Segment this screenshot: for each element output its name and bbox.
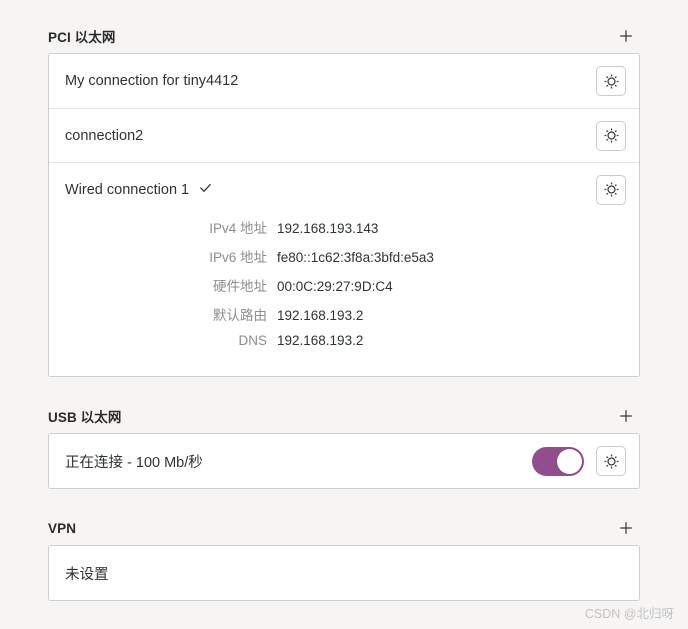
connection-name: Wired connection 1 (65, 180, 596, 200)
section-header-pci: PCI 以太网 (48, 19, 640, 53)
usb-connection-card: 正在连接 - 100 Mb/秒 (48, 433, 640, 489)
gear-icon (603, 127, 620, 144)
detail-value: 192.168.193.2 (277, 333, 364, 348)
add-connection-button-pci[interactable] (613, 23, 639, 49)
detail-key: 默认路由 (213, 308, 267, 323)
connection-settings-button[interactable] (596, 120, 626, 151)
vpn-card: 未设置 (48, 545, 640, 601)
connection-label: My connection for tiny4412 (65, 73, 239, 89)
connection-row[interactable]: My connection for tiny4412 (49, 54, 639, 108)
detail-row: DNS 192.168.193.2 (49, 333, 639, 362)
detail-value: fe80::1c62:3f8a:3bfd:e5a3 (277, 250, 434, 265)
connection-details: IPv4 地址 192.168.193.143 IPv6 地址 fe80::1c… (49, 216, 639, 376)
connection-name: connection2 (65, 128, 596, 144)
watermark: CSDN @北归呀 (584, 607, 674, 621)
detail-value: 00:0C:29:27:9D:C4 (277, 279, 393, 294)
vpn-empty-state: 未设置 (65, 563, 626, 584)
detail-row: 硬件地址 00:0C:29:27:9D:C4 (49, 275, 639, 304)
gear-icon (603, 181, 620, 198)
usb-connection-row[interactable]: 正在连接 - 100 Mb/秒 (49, 434, 639, 488)
section-vpn: VPN 未设置 (48, 489, 640, 601)
connection-settings-button[interactable] (596, 174, 626, 205)
connection-label: connection2 (65, 127, 144, 144)
vpn-empty-label: 未设置 (65, 566, 109, 583)
gear-icon (603, 453, 620, 470)
detail-value: 192.168.193.2 (277, 308, 364, 323)
usb-settings-button[interactable] (596, 446, 626, 476)
section-usb-ethernet: USB 以太网 正在连接 - 100 Mb/秒 (48, 377, 640, 489)
section-pci-ethernet: PCI 以太网 My connection for tiny4412 conne… (48, 0, 640, 377)
section-header-vpn: VPN (48, 511, 640, 545)
check-icon (198, 181, 213, 200)
section-title-usb: USB 以太网 (48, 410, 122, 425)
connection-row[interactable]: connection2 (49, 108, 639, 162)
detail-value: 192.168.193.143 (277, 221, 379, 236)
connection-row-active[interactable]: Wired connection 1 (49, 162, 639, 216)
section-title-vpn: VPN (48, 520, 77, 536)
vpn-empty-row: 未设置 (49, 546, 639, 600)
network-settings-page: PCI 以太网 My connection for tiny4412 conne… (0, 0, 688, 629)
detail-row: IPv4 地址 192.168.193.143 (49, 217, 639, 246)
connection-label: Wired connection 1 (65, 181, 190, 198)
usb-status-label: 正在连接 - 100 Mb/秒 (65, 454, 203, 471)
detail-key: IPv6 地址 (209, 250, 267, 265)
plus-icon (618, 28, 634, 44)
usb-connection-toggle[interactable] (532, 446, 584, 476)
toggle-knob (557, 448, 582, 474)
detail-key: IPv4 地址 (209, 221, 267, 236)
detail-row: IPv6 地址 fe80::1c62:3f8a:3bfd:e5a3 (49, 246, 639, 275)
section-title-pci: PCI 以太网 (48, 30, 116, 45)
gear-icon (603, 73, 620, 90)
add-connection-button-usb[interactable] (613, 403, 639, 429)
detail-key: DNS (238, 333, 267, 348)
plus-icon (618, 408, 634, 424)
usb-connection-status: 正在连接 - 100 Mb/秒 (65, 451, 532, 472)
detail-key: 硬件地址 (213, 279, 267, 294)
connection-settings-button[interactable] (596, 66, 626, 96)
connection-name: My connection for tiny4412 (65, 73, 596, 89)
plus-icon (618, 520, 634, 536)
detail-row: 默认路由 192.168.193.2 (49, 304, 639, 333)
add-vpn-button[interactable] (613, 515, 639, 541)
section-header-usb: USB 以太网 (48, 399, 640, 433)
pci-connections-card: My connection for tiny4412 connection2 W… (48, 53, 640, 377)
